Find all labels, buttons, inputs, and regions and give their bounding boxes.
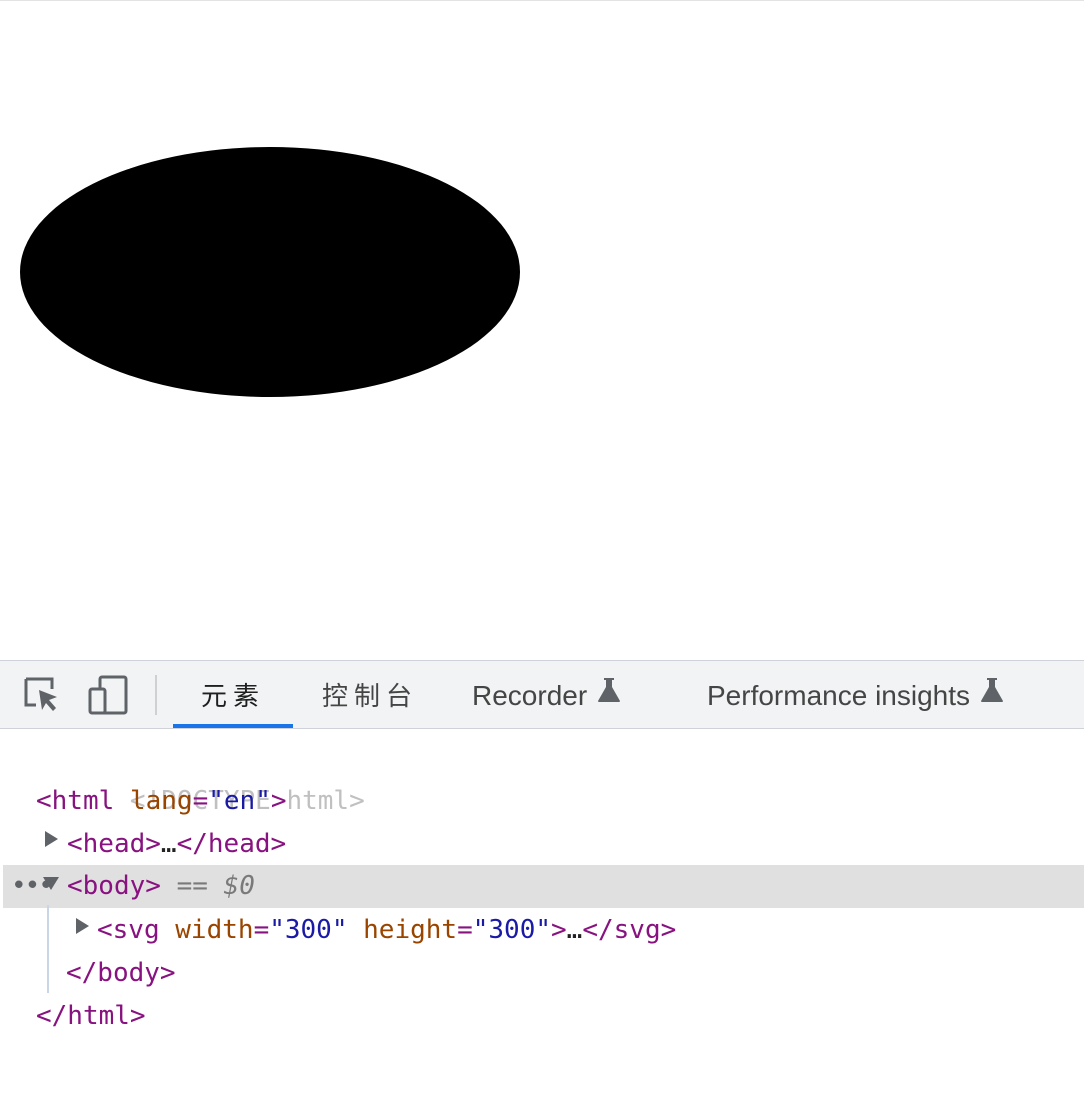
svg-close-tag: </svg> [582,915,677,945]
black-ellipse [20,147,520,397]
html-attr-lang: lang [129,786,193,816]
html-attr-lang-value: en [223,786,256,816]
page-viewport [0,0,1084,660]
page-svg [20,147,520,397]
dom-tree: <!DOCTYPE html> <html lang="en"> <head>…… [0,729,1084,1105]
selected-node-marker: == $0 [176,871,255,901]
devtools-toolbar: 元素 控制台 Recorder Performance insights [0,661,1084,729]
svg-attr-width: width [175,915,254,945]
tab-recorder[interactable]: Recorder [472,661,621,728]
dom-node-svg[interactable]: <svg width="300" height="300">…</svg> [97,909,676,952]
tab-recorder-label: Recorder [472,680,588,711]
head-close-tag: </head> [176,829,287,859]
svg-tag-open: <svg [97,915,160,945]
svg-attr-height-value: 300 [488,915,536,945]
body-close-tag: </body> [66,958,176,988]
flask-icon [597,659,621,729]
dom-node-body-close[interactable]: </body> [66,952,176,995]
dom-node-body-selected[interactable]: ••• <body> == $0 [3,865,1084,908]
toolbar-separator [155,675,157,715]
tab-elements-label: 元素 [200,682,265,712]
dom-node-html[interactable]: <html lang="en"> [36,780,287,823]
html-close-tag: </html> [36,1001,146,1031]
svg-attr-width-value: 300 [284,915,332,945]
device-toolbar-icon[interactable] [88,675,128,715]
body-open-tag: <body> [67,871,161,901]
head-ellipsis: … [160,829,177,859]
indent-guide [47,905,49,993]
html-tag-close: > [270,786,287,816]
dom-node-doctype[interactable]: <!DOCTYPE html> [36,737,365,816]
tab-performance-insights[interactable]: Performance insights [707,661,1004,728]
svg-attr-height: height [363,915,458,945]
tab-elements[interactable]: 元素 [173,661,293,728]
collapse-body-icon[interactable] [43,877,59,890]
dom-node-html-close[interactable]: </html> [36,995,146,1038]
devtools-panel: 元素 控制台 Recorder Performance insights <!D… [0,660,1084,1104]
expand-head-icon[interactable] [45,831,58,847]
tab-console-label: 控制台 [322,682,419,712]
head-open-tag: <head> [67,829,161,859]
flask-icon [980,659,1004,729]
inspect-element-icon[interactable] [22,675,62,715]
tab-performance-insights-label: Performance insights [707,680,971,711]
svg-ellipsis: … [566,915,583,945]
dom-node-head[interactable]: <head>…</head> [67,823,286,866]
tab-console[interactable]: 控制台 [322,661,418,728]
html-tag-open: <html [36,786,115,816]
svg-tag-end: > [551,915,567,945]
expand-svg-icon[interactable] [76,918,89,934]
